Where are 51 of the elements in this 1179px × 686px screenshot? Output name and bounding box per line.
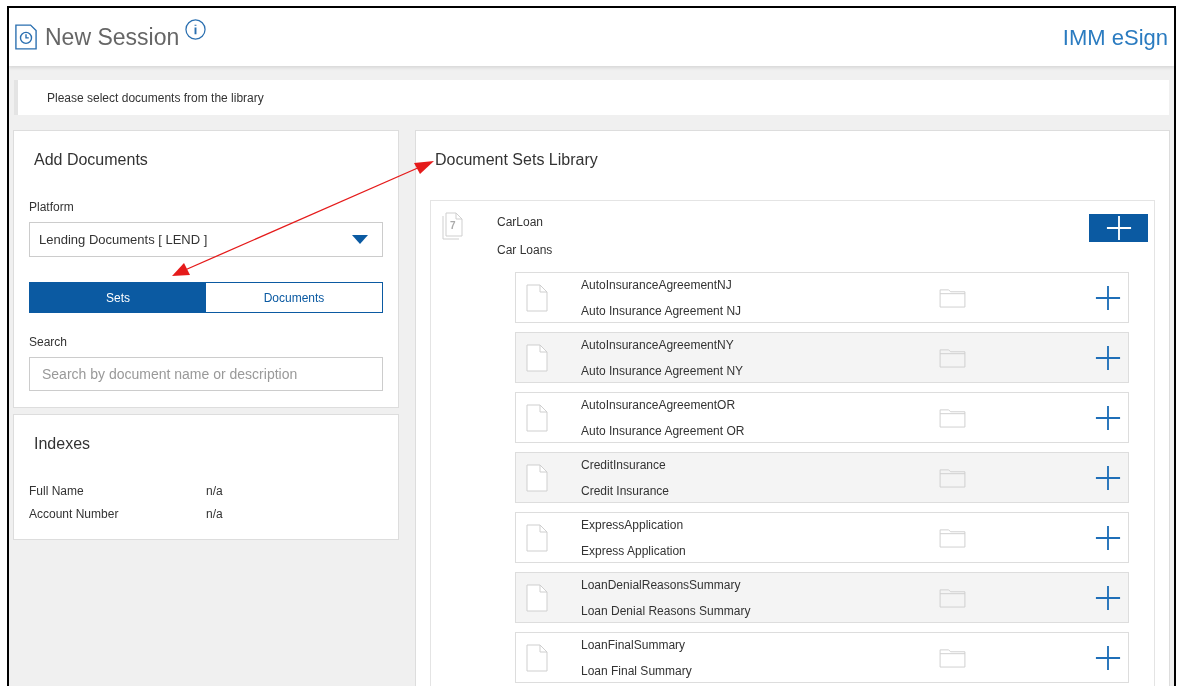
add-set-button[interactable] bbox=[1089, 214, 1148, 242]
view-tab[interactable]: Sets bbox=[30, 283, 206, 312]
index-value: n/a bbox=[206, 483, 223, 500]
search-field[interactable]: Search by document name or description bbox=[29, 357, 383, 391]
platform-dropdown[interactable]: Lending Documents [ LEND ] bbox=[29, 222, 383, 257]
document-name: ExpressApplication bbox=[581, 516, 685, 534]
index-label: Account Number bbox=[29, 506, 120, 523]
panel-title: Document Sets Library bbox=[435, 150, 599, 170]
document-name: AutoInsuranceAgreementNJ bbox=[581, 276, 733, 294]
plus-icon bbox=[1105, 215, 1132, 241]
index-label: Full Name bbox=[29, 483, 85, 500]
document-description: Auto Insurance Agreement NY bbox=[581, 362, 745, 380]
field-label: Platform bbox=[29, 199, 75, 216]
document-stack-icon: 7 bbox=[442, 212, 464, 240]
plus-icon bbox=[1095, 464, 1121, 491]
session-history-icon bbox=[15, 24, 37, 50]
plus-icon bbox=[1095, 584, 1121, 611]
index-value: n/a bbox=[206, 506, 223, 523]
set-description: Car Loans bbox=[497, 242, 553, 259]
document-name: CreditInsurance bbox=[581, 456, 667, 474]
instruction-text: Please select documents from the library bbox=[47, 89, 264, 107]
page-title: New Session bbox=[45, 22, 180, 52]
document-description: Express Application bbox=[581, 542, 687, 560]
document-icon bbox=[526, 583, 548, 612]
document-icon bbox=[526, 343, 548, 372]
panel-title: Add Documents bbox=[34, 150, 149, 170]
document-name: LoanDenialReasonsSummary bbox=[581, 576, 742, 594]
plus-icon bbox=[1095, 644, 1121, 671]
document-name: LoanFinalSummary bbox=[581, 636, 687, 654]
plus-icon bbox=[1095, 344, 1121, 371]
brand-name: IMM eSign bbox=[1062, 23, 1168, 52]
document-description: Loan Final Summary bbox=[581, 662, 693, 680]
document-icon bbox=[526, 523, 548, 552]
plus-icon bbox=[1095, 524, 1121, 551]
plus-icon bbox=[1095, 284, 1121, 311]
set-name: CarLoan bbox=[497, 214, 545, 231]
document-name: AutoInsuranceAgreementOR bbox=[581, 396, 737, 414]
info-icon[interactable] bbox=[185, 18, 207, 40]
document-icon bbox=[526, 283, 548, 312]
document-description: Loan Denial Reasons Summary bbox=[581, 602, 752, 620]
panel-title: Indexes bbox=[34, 434, 92, 454]
field-label: Search bbox=[29, 334, 69, 351]
caret-icon bbox=[352, 235, 368, 244]
document-name: AutoInsuranceAgreementNY bbox=[581, 336, 735, 354]
plus-icon bbox=[1095, 404, 1121, 431]
document-icon bbox=[526, 463, 548, 492]
document-description: Auto Insurance Agreement OR bbox=[581, 422, 746, 440]
document-icon bbox=[526, 403, 548, 432]
document-description: Auto Insurance Agreement NJ bbox=[581, 302, 743, 320]
document-description: Credit Insurance bbox=[581, 482, 671, 500]
document-icon bbox=[526, 643, 548, 672]
